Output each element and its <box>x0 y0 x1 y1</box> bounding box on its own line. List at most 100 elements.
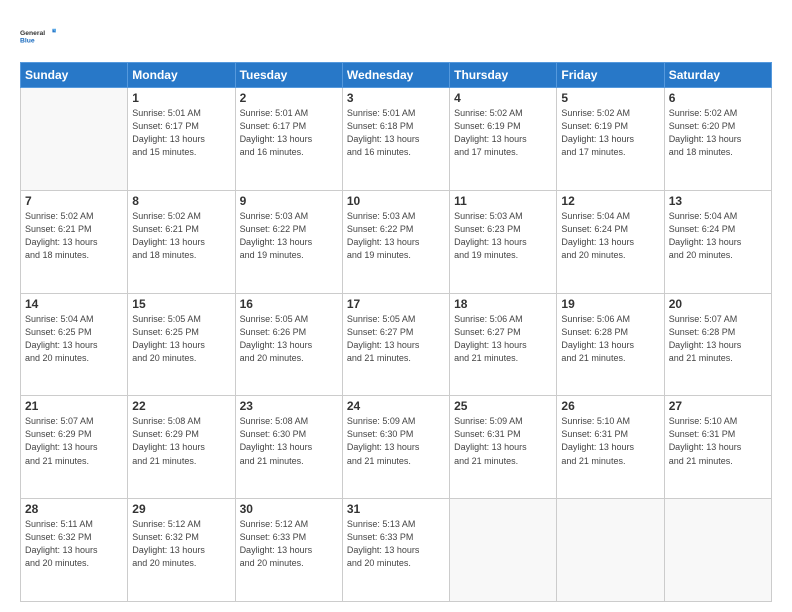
day-info: Sunrise: 5:10 AM Sunset: 6:31 PM Dayligh… <box>669 415 767 467</box>
day-number: 17 <box>347 297 445 311</box>
day-info: Sunrise: 5:04 AM Sunset: 6:24 PM Dayligh… <box>669 210 767 262</box>
week-row-5: 28 Sunrise: 5:11 AM Sunset: 6:32 PM Dayli… <box>21 499 772 602</box>
calendar-cell-w3d2: 15 Sunrise: 5:05 AM Sunset: 6:25 PM Dayli… <box>128 293 235 396</box>
day-number: 6 <box>669 91 767 105</box>
day-info: Sunrise: 5:10 AM Sunset: 6:31 PM Dayligh… <box>561 415 659 467</box>
day-number: 2 <box>240 91 338 105</box>
calendar-cell-w2d5: 11 Sunrise: 5:03 AM Sunset: 6:23 PM Dayli… <box>450 190 557 293</box>
calendar-cell-w1d3: 2 Sunrise: 5:01 AM Sunset: 6:17 PM Daylig… <box>235 88 342 191</box>
day-number: 30 <box>240 502 338 516</box>
day-info: Sunrise: 5:12 AM Sunset: 6:33 PM Dayligh… <box>240 518 338 570</box>
header-friday: Friday <box>557 63 664 88</box>
calendar-cell-w1d2: 1 Sunrise: 5:01 AM Sunset: 6:17 PM Daylig… <box>128 88 235 191</box>
calendar-cell-w4d3: 23 Sunrise: 5:08 AM Sunset: 6:30 PM Dayli… <box>235 396 342 499</box>
day-info: Sunrise: 5:02 AM Sunset: 6:19 PM Dayligh… <box>454 107 552 159</box>
calendar-cell-w3d1: 14 Sunrise: 5:04 AM Sunset: 6:25 PM Dayli… <box>21 293 128 396</box>
calendar-cell-w3d5: 18Sunrise: 5:06 AM Sunset: 6:27 PM Dayli… <box>450 293 557 396</box>
calendar-cell-w5d7 <box>664 499 771 602</box>
day-number: 23 <box>240 399 338 413</box>
week-row-4: 21Sunrise: 5:07 AM Sunset: 6:29 PM Dayli… <box>21 396 772 499</box>
day-number: 9 <box>240 194 338 208</box>
day-info: Sunrise: 5:07 AM Sunset: 6:28 PM Dayligh… <box>669 313 767 365</box>
header-wednesday: Wednesday <box>342 63 449 88</box>
day-number: 28 <box>25 502 123 516</box>
header-thursday: Thursday <box>450 63 557 88</box>
day-number: 20 <box>669 297 767 311</box>
calendar-cell-w4d2: 22 Sunrise: 5:08 AM Sunset: 6:29 PM Dayli… <box>128 396 235 499</box>
calendar-cell-w2d4: 10Sunrise: 5:03 AM Sunset: 6:22 PM Dayli… <box>342 190 449 293</box>
calendar-cell-w1d5: 4 Sunrise: 5:02 AM Sunset: 6:19 PM Daylig… <box>450 88 557 191</box>
day-number: 21 <box>25 399 123 413</box>
day-info: Sunrise: 5:05 AM Sunset: 6:26 PM Dayligh… <box>240 313 338 365</box>
svg-text:Blue: Blue <box>20 37 35 44</box>
day-number: 14 <box>25 297 123 311</box>
day-info: Sunrise: 5:08 AM Sunset: 6:30 PM Dayligh… <box>240 415 338 467</box>
day-number: 15 <box>132 297 230 311</box>
day-info: Sunrise: 5:06 AM Sunset: 6:28 PM Dayligh… <box>561 313 659 365</box>
calendar-cell-w2d3: 9 Sunrise: 5:03 AM Sunset: 6:22 PM Daylig… <box>235 190 342 293</box>
day-number: 31 <box>347 502 445 516</box>
calendar-cell-w5d3: 30 Sunrise: 5:12 AM Sunset: 6:33 PM Dayli… <box>235 499 342 602</box>
calendar-cell-w4d1: 21Sunrise: 5:07 AM Sunset: 6:29 PM Dayli… <box>21 396 128 499</box>
header-monday: Monday <box>128 63 235 88</box>
calendar-cell-w4d6: 26Sunrise: 5:10 AM Sunset: 6:31 PM Dayli… <box>557 396 664 499</box>
calendar-cell-w1d1 <box>21 88 128 191</box>
calendar-cell-w2d7: 13 Sunrise: 5:04 AM Sunset: 6:24 PM Dayli… <box>664 190 771 293</box>
day-number: 12 <box>561 194 659 208</box>
calendar-cell-w3d7: 20 Sunrise: 5:07 AM Sunset: 6:28 PM Dayli… <box>664 293 771 396</box>
day-number: 13 <box>669 194 767 208</box>
logo-svg: General Blue <box>20 18 56 54</box>
day-info: Sunrise: 5:01 AM Sunset: 6:17 PM Dayligh… <box>240 107 338 159</box>
calendar-cell-w1d7: 6 Sunrise: 5:02 AM Sunset: 6:20 PM Daylig… <box>664 88 771 191</box>
day-number: 27 <box>669 399 767 413</box>
day-info: Sunrise: 5:09 AM Sunset: 6:31 PM Dayligh… <box>454 415 552 467</box>
day-number: 7 <box>25 194 123 208</box>
day-info: Sunrise: 5:13 AM Sunset: 6:33 PM Dayligh… <box>347 518 445 570</box>
day-info: Sunrise: 5:05 AM Sunset: 6:25 PM Dayligh… <box>132 313 230 365</box>
calendar-header-row: SundayMondayTuesdayWednesdayThursdayFrid… <box>21 63 772 88</box>
day-number: 5 <box>561 91 659 105</box>
day-info: Sunrise: 5:02 AM Sunset: 6:20 PM Dayligh… <box>669 107 767 159</box>
day-info: Sunrise: 5:04 AM Sunset: 6:24 PM Dayligh… <box>561 210 659 262</box>
day-number: 1 <box>132 91 230 105</box>
calendar-cell-w1d6: 5 Sunrise: 5:02 AM Sunset: 6:19 PM Daylig… <box>557 88 664 191</box>
header-sunday: Sunday <box>21 63 128 88</box>
day-number: 3 <box>347 91 445 105</box>
week-row-3: 14 Sunrise: 5:04 AM Sunset: 6:25 PM Dayli… <box>21 293 772 396</box>
logo: General Blue <box>20 18 56 54</box>
day-number: 16 <box>240 297 338 311</box>
day-info: Sunrise: 5:03 AM Sunset: 6:23 PM Dayligh… <box>454 210 552 262</box>
calendar-cell-w2d2: 8Sunrise: 5:02 AM Sunset: 6:21 PM Daylig… <box>128 190 235 293</box>
day-info: Sunrise: 5:02 AM Sunset: 6:19 PM Dayligh… <box>561 107 659 159</box>
calendar-cell-w5d4: 31 Sunrise: 5:13 AM Sunset: 6:33 PM Dayli… <box>342 499 449 602</box>
calendar-cell-w4d7: 27 Sunrise: 5:10 AM Sunset: 6:31 PM Dayli… <box>664 396 771 499</box>
day-info: Sunrise: 5:01 AM Sunset: 6:17 PM Dayligh… <box>132 107 230 159</box>
day-number: 29 <box>132 502 230 516</box>
calendar-cell-w3d4: 17Sunrise: 5:05 AM Sunset: 6:27 PM Dayli… <box>342 293 449 396</box>
calendar-table: SundayMondayTuesdayWednesdayThursdayFrid… <box>20 62 772 602</box>
calendar-cell-w3d6: 19Sunrise: 5:06 AM Sunset: 6:28 PM Dayli… <box>557 293 664 396</box>
calendar-cell-w2d1: 7Sunrise: 5:02 AM Sunset: 6:21 PM Daylig… <box>21 190 128 293</box>
day-number: 25 <box>454 399 552 413</box>
day-number: 22 <box>132 399 230 413</box>
calendar-cell-w2d6: 12 Sunrise: 5:04 AM Sunset: 6:24 PM Dayli… <box>557 190 664 293</box>
header: General Blue <box>20 18 772 54</box>
day-info: Sunrise: 5:11 AM Sunset: 6:32 PM Dayligh… <box>25 518 123 570</box>
page: General Blue SundayMondayTuesdayWednesda… <box>0 0 792 612</box>
day-info: Sunrise: 5:01 AM Sunset: 6:18 PM Dayligh… <box>347 107 445 159</box>
calendar-cell-w4d5: 25 Sunrise: 5:09 AM Sunset: 6:31 PM Dayli… <box>450 396 557 499</box>
calendar-cell-w1d4: 3 Sunrise: 5:01 AM Sunset: 6:18 PM Daylig… <box>342 88 449 191</box>
header-saturday: Saturday <box>664 63 771 88</box>
day-info: Sunrise: 5:03 AM Sunset: 6:22 PM Dayligh… <box>240 210 338 262</box>
day-number: 24 <box>347 399 445 413</box>
day-info: Sunrise: 5:04 AM Sunset: 6:25 PM Dayligh… <box>25 313 123 365</box>
calendar-cell-w4d4: 24 Sunrise: 5:09 AM Sunset: 6:30 PM Dayli… <box>342 396 449 499</box>
day-number: 4 <box>454 91 552 105</box>
day-info: Sunrise: 5:09 AM Sunset: 6:30 PM Dayligh… <box>347 415 445 467</box>
day-number: 11 <box>454 194 552 208</box>
day-info: Sunrise: 5:02 AM Sunset: 6:21 PM Dayligh… <box>132 210 230 262</box>
calendar-cell-w3d3: 16 Sunrise: 5:05 AM Sunset: 6:26 PM Dayli… <box>235 293 342 396</box>
day-info: Sunrise: 5:12 AM Sunset: 6:32 PM Dayligh… <box>132 518 230 570</box>
day-info: Sunrise: 5:08 AM Sunset: 6:29 PM Dayligh… <box>132 415 230 467</box>
day-info: Sunrise: 5:03 AM Sunset: 6:22 PM Dayligh… <box>347 210 445 262</box>
